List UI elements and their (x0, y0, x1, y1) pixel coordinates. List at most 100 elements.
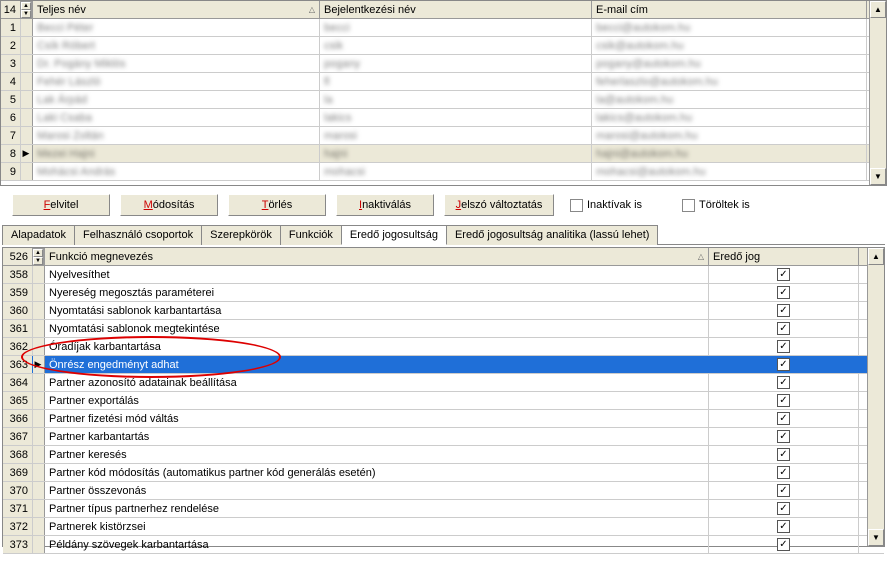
func-table-vscroll[interactable]: ▲ ▼ (867, 248, 884, 546)
col-header-funcname[interactable]: Funkció megnevezés △ (45, 248, 709, 265)
function-row[interactable]: 372Partnerek kistörzsei✓ (3, 518, 884, 536)
user-fullname: Marosi Zoltán (33, 127, 320, 144)
function-jog-cell: ✓ (709, 410, 859, 427)
scroll-up-icon[interactable]: ▲ (870, 1, 886, 18)
inaktivak-checkbox[interactable]: Inaktívak is (570, 199, 642, 212)
function-jog-cell: ✓ (709, 518, 859, 535)
user-row[interactable]: 7Marosi Zoltánmarosimarosi@autokom.hu (1, 127, 886, 145)
function-row[interactable]: 358Nyelvesíthet✓ (3, 266, 884, 284)
felvitel-button[interactable]: Felvitel (12, 194, 110, 216)
user-login: fl (320, 73, 592, 90)
check-icon[interactable]: ✓ (777, 466, 790, 479)
inaktivalas-button[interactable]: Inaktiválás (336, 194, 434, 216)
torles-button[interactable]: Törlés (228, 194, 326, 216)
row-index: 361 (3, 320, 33, 337)
function-row[interactable]: 361Nyomtatási sablonok megtekintése✓ (3, 320, 884, 338)
function-row[interactable]: 369Partner kód módosítás (automatikus pa… (3, 464, 884, 482)
func-count-cell: 526 ▲ ▼ (3, 248, 33, 265)
col-header-fullname[interactable]: Teljes név △ (33, 1, 320, 18)
check-icon[interactable]: ✓ (777, 268, 790, 281)
toroltek-checkbox[interactable]: Töröltek is (682, 199, 750, 212)
modositas-button[interactable]: Módosítás (120, 194, 218, 216)
spin-up-icon[interactable]: ▲ (21, 2, 31, 10)
function-name: Nyereség megosztás paraméterei (45, 284, 709, 301)
user-row[interactable]: 6Laki Csabalakicslakics@autokom.hu (1, 109, 886, 127)
check-icon[interactable]: ✓ (777, 322, 790, 335)
tab[interactable]: Funkciók (280, 225, 342, 245)
user-table: 14 ▲ ▼ Teljes név △ Bejelentkezési név E… (0, 0, 887, 186)
function-row[interactable]: 359Nyereség megosztás paraméterei✓ (3, 284, 884, 302)
check-icon[interactable]: ✓ (777, 304, 790, 317)
row-index: 371 (3, 500, 33, 517)
check-icon[interactable]: ✓ (777, 412, 790, 425)
function-jog-cell: ✓ (709, 446, 859, 463)
user-email: la@autokom.hu (592, 91, 867, 108)
function-row[interactable]: 370Partner összevonás✓ (3, 482, 884, 500)
function-name: Partner fizetési mód váltás (45, 410, 709, 427)
check-icon[interactable]: ✓ (777, 394, 790, 407)
function-row[interactable]: 363▶Önrész engedményt adhat✓ (3, 356, 884, 374)
user-email: hajni@autokom.hu (592, 145, 867, 162)
user-email: lakics@autokom.hu (592, 109, 867, 126)
function-row[interactable]: 371Partner típus partnerhez rendelése✓ (3, 500, 884, 518)
row-index: 367 (3, 428, 33, 445)
user-row[interactable]: 8▶Mezei Hajnihajnihajni@autokom.hu (1, 145, 886, 163)
tab[interactable]: Eredő jogosultság analitika (lassú lehet… (446, 225, 658, 245)
check-icon[interactable]: ✓ (777, 358, 790, 371)
col-header-email[interactable]: E-mail cím (592, 1, 867, 18)
function-row[interactable]: 366Partner fizetési mód váltás✓ (3, 410, 884, 428)
spin-down-icon[interactable]: ▼ (33, 257, 43, 265)
check-icon[interactable]: ✓ (777, 376, 790, 389)
jelszo-valtoztatas-button[interactable]: Jelszó változtatás (444, 194, 554, 216)
user-login: la (320, 91, 592, 108)
tab[interactable]: Felhasználó csoportok (74, 225, 202, 245)
user-row[interactable]: 5Lak Árpádlala@autokom.hu (1, 91, 886, 109)
function-row[interactable]: 367Partner karbantartás✓ (3, 428, 884, 446)
user-row[interactable]: 9Mohácsi Andrásmohacsimohacsi@autokom.hu (1, 163, 886, 181)
col-header-jog[interactable]: Eredő jog (709, 248, 859, 265)
check-icon[interactable]: ✓ (777, 340, 790, 353)
function-name: Partnerek kistörzsei (45, 518, 709, 535)
tab[interactable]: Szerepkörök (201, 225, 281, 245)
function-row[interactable]: 373Példány szövegek karbantartása✓ (3, 536, 884, 554)
tab[interactable]: Alapadatok (2, 225, 75, 245)
user-row[interactable]: 1Becci Péterbeccibecci@autokom.hu (1, 19, 886, 37)
user-fullname: Laki Csaba (33, 109, 320, 126)
check-icon[interactable]: ✓ (777, 448, 790, 461)
function-row[interactable]: 362Óradíjak karbantartása✓ (3, 338, 884, 356)
row-index: 7 (1, 127, 21, 144)
scroll-down-icon[interactable]: ▼ (868, 529, 884, 546)
function-row[interactable]: 364Partner azonosító adatainak beállítás… (3, 374, 884, 392)
inaktivak-label: Inaktívak is (587, 199, 642, 211)
check-icon[interactable]: ✓ (777, 430, 790, 443)
col-header-login[interactable]: Bejelentkezési név (320, 1, 592, 18)
user-row[interactable]: 4Fehér Lászlóflfeherlaszlo@autokom.hu (1, 73, 886, 91)
user-row[interactable]: 2Csík Róbertcsikcsik@autokom.hu (1, 37, 886, 55)
user-table-vscroll[interactable]: ▲ ▼ (869, 1, 886, 185)
check-icon[interactable]: ✓ (777, 538, 790, 551)
spin-up-icon[interactable]: ▲ (33, 249, 43, 257)
check-icon[interactable]: ✓ (777, 484, 790, 497)
user-login: pogany (320, 55, 592, 72)
function-name: Partner kód módosítás (automatikus partn… (45, 464, 709, 481)
function-jog-cell: ✓ (709, 320, 859, 337)
scroll-up-icon[interactable]: ▲ (868, 248, 884, 265)
function-name: Példány szövegek karbantartása (45, 536, 709, 553)
row-index: 9 (1, 163, 21, 180)
user-row[interactable]: 3Dr. Pogány Miklóspoganypogany@autokom.h… (1, 55, 886, 73)
check-icon[interactable]: ✓ (777, 520, 790, 533)
function-row[interactable]: 365Partner exportálás✓ (3, 392, 884, 410)
function-row[interactable]: 368Partner keresés✓ (3, 446, 884, 464)
spin-down-icon[interactable]: ▼ (21, 10, 31, 18)
check-icon[interactable]: ✓ (777, 502, 790, 515)
tab[interactable]: Eredő jogosultság (341, 225, 447, 245)
function-row[interactable]: 360Nyomtatási sablonok karbantartása✓ (3, 302, 884, 320)
row-index: 370 (3, 482, 33, 499)
function-name: Nyomtatási sablonok karbantartása (45, 302, 709, 319)
user-fullname: Becci Péter (33, 19, 320, 36)
user-email: feherlaszlo@autokom.hu (592, 73, 867, 90)
scroll-down-icon[interactable]: ▼ (870, 168, 886, 185)
user-fullname: Fehér László (33, 73, 320, 90)
check-icon[interactable]: ✓ (777, 286, 790, 299)
function-jog-cell: ✓ (709, 428, 859, 445)
